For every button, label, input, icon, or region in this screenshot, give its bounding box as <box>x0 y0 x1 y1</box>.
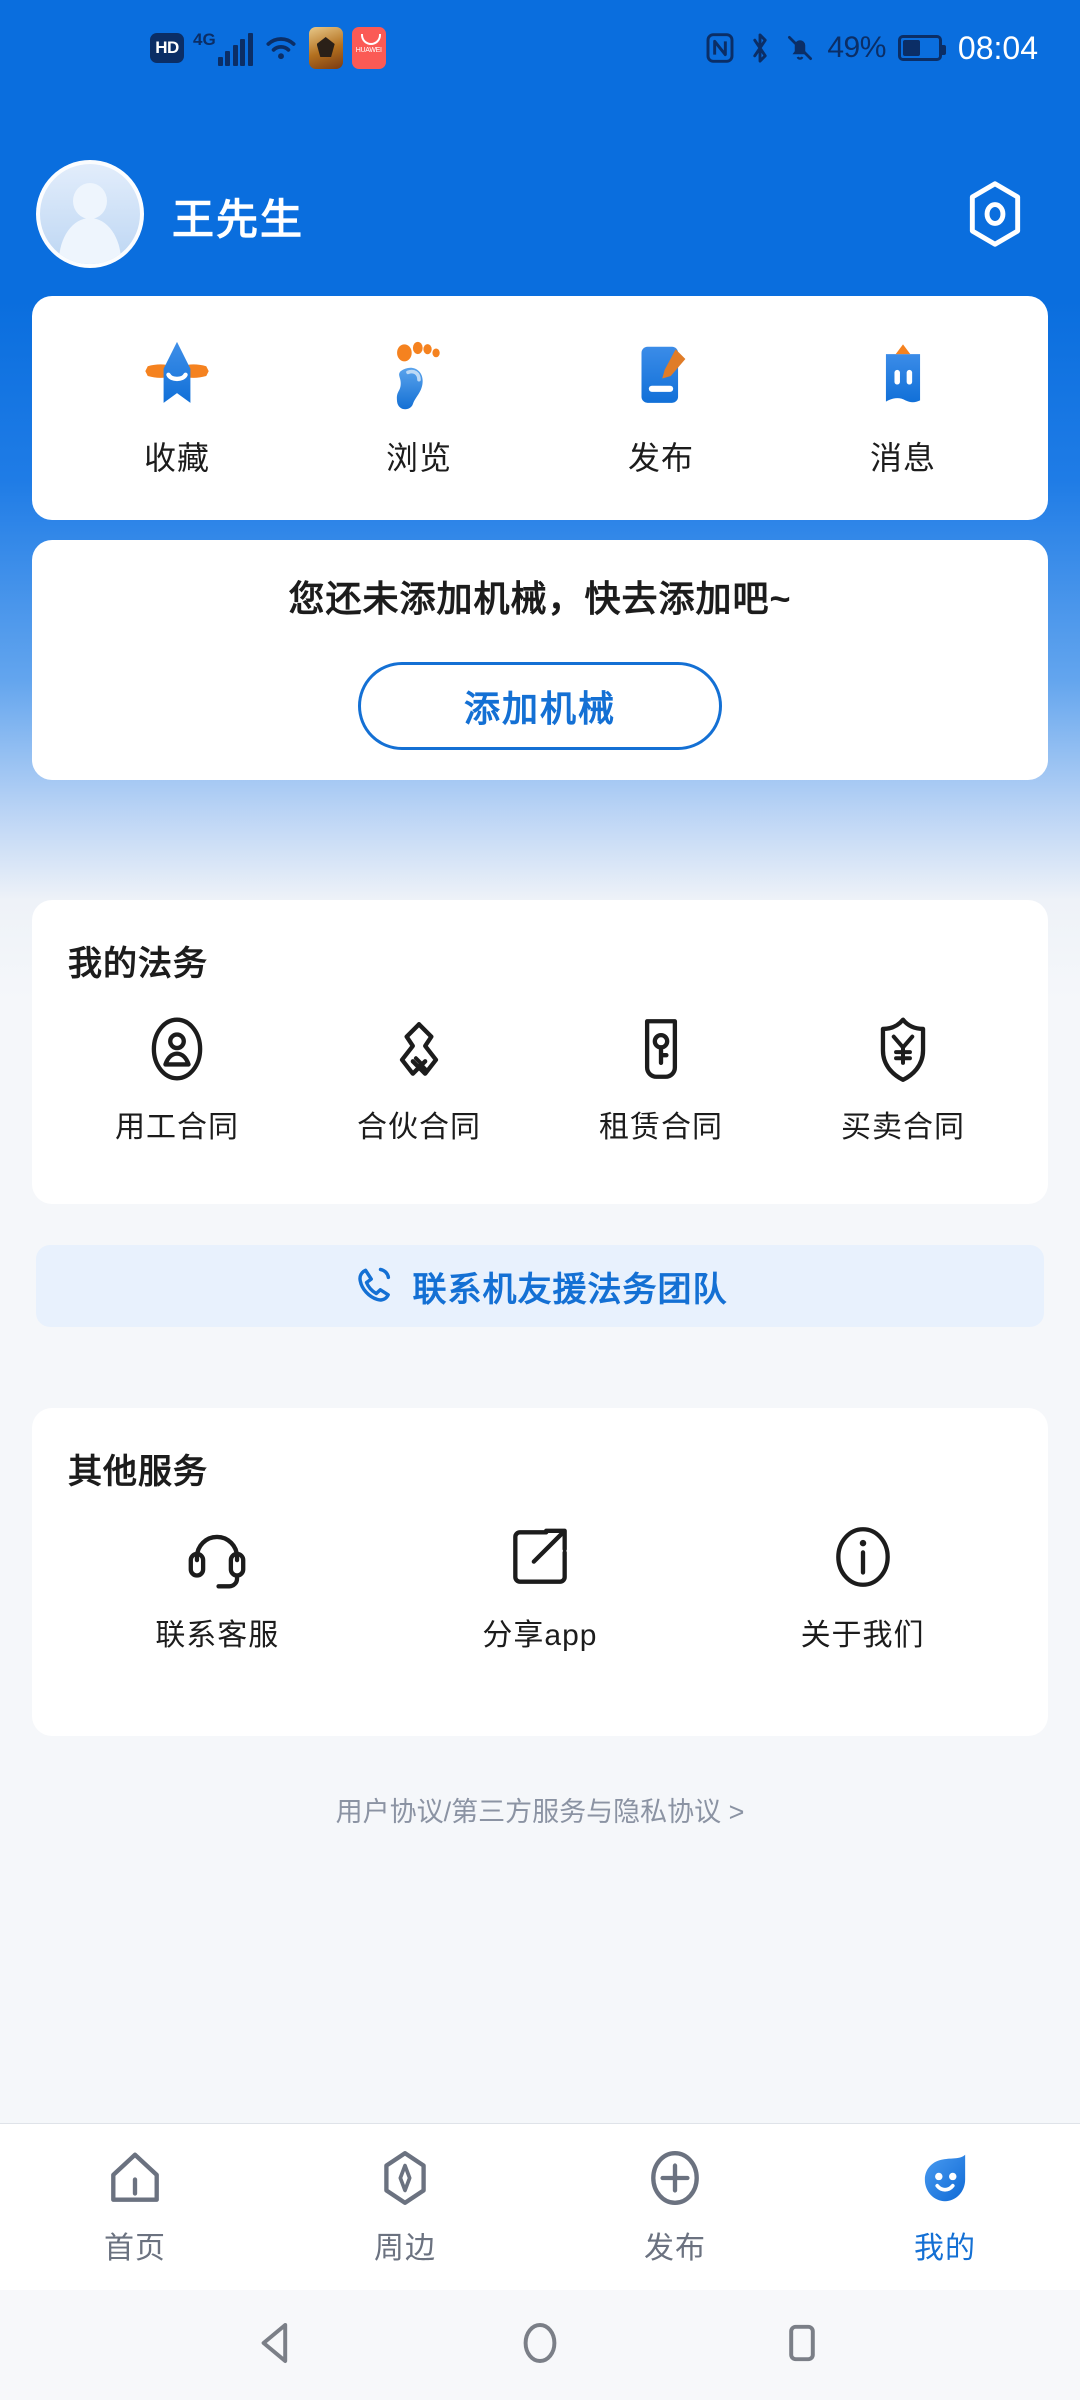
quick-action-messages[interactable]: 消息 <box>782 337 1024 479</box>
app-screen: HD 4G HUAWEI 49% 08:04 王先生 收藏 浏览 发布 消息 您… <box>0 0 1080 2400</box>
quick-action-favorites[interactable]: 收藏 <box>56 337 298 479</box>
contact-legal-team-button[interactable]: 联系机友援法务团队 <box>36 1245 1044 1327</box>
agreement-link[interactable]: 用户协议/第三方服务与隐私协议 > <box>0 1790 1080 1829</box>
shield-yuan-icon <box>880 1017 926 1082</box>
footprint-icon <box>396 341 440 410</box>
quick-action-label: 发布 <box>627 440 694 476</box>
app-badge-huawei-icon <box>351 27 386 69</box>
bluetooth-icon <box>753 33 768 63</box>
tab-publish[interactable]: 发布 <box>540 2147 810 2267</box>
tab-label: 首页 <box>104 2232 166 2265</box>
quick-action-label: 浏览 <box>385 440 452 476</box>
compass-icon <box>384 2151 426 2205</box>
nfc-icon <box>706 33 734 63</box>
home-button[interactable] <box>513 2316 567 2375</box>
legal-item-label: 用工合同 <box>115 1111 239 1144</box>
info-circle-icon <box>835 1527 890 1587</box>
machinery-empty-card: 您还未添加机械，快去添加吧~ 添加机械 <box>32 540 1048 780</box>
avatar[interactable] <box>36 160 144 268</box>
legal-section-title: 我的法务 <box>68 945 208 983</box>
recents-button[interactable] <box>775 2316 829 2375</box>
other-service-label: 联系客服 <box>155 1619 280 1652</box>
key-card-icon <box>644 1019 678 1079</box>
home-circle-icon <box>523 2322 557 2363</box>
legal-item-partnership-contract[interactable]: 合伙合同 <box>298 1012 540 1146</box>
wifi-icon <box>266 37 296 60</box>
other-service-about-us[interactable]: 关于我们 <box>701 1520 1024 1654</box>
headset-icon <box>188 1534 246 1589</box>
android-navigation-bar <box>0 2290 1080 2400</box>
phone-icon <box>357 1267 390 1302</box>
contact-legal-team-label: 联系机友援法务团队 <box>412 1270 728 1309</box>
machinery-empty-text: 您还未添加机械，快去添加吧~ <box>288 578 792 619</box>
tab-home[interactable]: 首页 <box>0 2147 270 2267</box>
other-services-title: 其他服务 <box>68 1453 208 1491</box>
share-external-icon <box>513 1528 567 1584</box>
home-icon <box>111 2152 159 2202</box>
mute-bell-icon <box>788 36 813 60</box>
quick-actions-card: 收藏 浏览 发布 消息 <box>32 296 1048 520</box>
status-bar: HD 4G HUAWEI 49% 08:04 <box>0 0 1080 96</box>
quick-action-publish[interactable]: 发布 <box>540 337 782 479</box>
legal-item-label: 租赁合同 <box>599 1111 723 1144</box>
battery-percent-label: 49% <box>827 31 886 64</box>
status-bar-right: 49% 08:04 <box>705 30 1038 67</box>
add-machinery-button[interactable]: 添加机械 <box>358 662 722 750</box>
legal-item-employment-contract[interactable]: 用工合同 <box>56 1012 298 1146</box>
avatar-head-shape <box>73 183 107 219</box>
other-services-card: 其他服务 联系客服 分享app 关于我们 <box>32 1408 1048 1736</box>
handshake-icon <box>399 1022 439 1076</box>
status-bar-left: HD 4G <box>150 27 386 69</box>
app-badge-game-icon <box>308 27 343 69</box>
other-services-grid: 联系客服 分享app 关于我们 <box>32 1520 1048 1654</box>
back-button[interactable] <box>251 2316 305 2375</box>
legal-services-card: 我的法务 用工合同 合伙合同 租赁合同 买卖合同 <box>32 900 1048 1204</box>
legal-item-label: 买卖合同 <box>841 1111 965 1144</box>
quick-action-label: 消息 <box>869 440 936 476</box>
signal-bar-group <box>217 32 253 66</box>
page-title: 王先生 <box>172 196 305 243</box>
back-icon <box>261 2322 288 2363</box>
quick-actions-row: 收藏 浏览 发布 消息 <box>32 296 1048 520</box>
battery-icon <box>897 35 946 61</box>
recents-square-icon <box>789 2324 815 2361</box>
hd-badge-icon: HD <box>150 33 184 63</box>
star-icon <box>145 341 209 403</box>
bottom-tab-bar: 首页 周边 发布 我的 <box>0 2123 1080 2290</box>
avatar-body-shape <box>59 218 121 264</box>
legal-item-sales-contract[interactable]: 买卖合同 <box>782 1012 1024 1146</box>
tab-label: 周边 <box>374 2232 436 2265</box>
legal-item-label: 合伙合同 <box>357 1111 481 1144</box>
legal-item-lease-contract[interactable]: 租赁合同 <box>540 1012 782 1146</box>
clock-label: 08:04 <box>957 29 1038 66</box>
plus-circle-icon <box>651 2151 699 2205</box>
tab-label: 我的 <box>914 2232 976 2265</box>
quick-action-label: 收藏 <box>143 440 210 476</box>
legal-icon-grid: 用工合同 合伙合同 租赁合同 买卖合同 <box>32 1012 1048 1146</box>
profile-header: 王先生 <box>0 150 1080 280</box>
network-type-label: 4G <box>193 29 216 49</box>
tab-nearby[interactable]: 周边 <box>270 2147 540 2267</box>
tab-mine[interactable]: 我的 <box>810 2147 1080 2267</box>
quick-action-browse[interactable]: 浏览 <box>298 337 540 479</box>
other-service-label: 关于我们 <box>800 1619 925 1652</box>
document-pen-icon <box>641 346 686 403</box>
mailbox-icon <box>885 344 921 403</box>
other-service-label: 分享app <box>482 1619 598 1652</box>
signal-bars-icon: 4G <box>193 31 253 66</box>
smiley-face-icon <box>924 2154 966 2202</box>
settings-button[interactable] <box>964 180 1026 248</box>
person-badge-icon <box>151 1017 203 1081</box>
other-service-share-app[interactable]: 分享app <box>379 1520 702 1654</box>
tab-label: 发布 <box>644 2232 706 2265</box>
other-service-customer-support[interactable]: 联系客服 <box>56 1520 379 1654</box>
hex-settings-icon <box>969 181 1021 247</box>
